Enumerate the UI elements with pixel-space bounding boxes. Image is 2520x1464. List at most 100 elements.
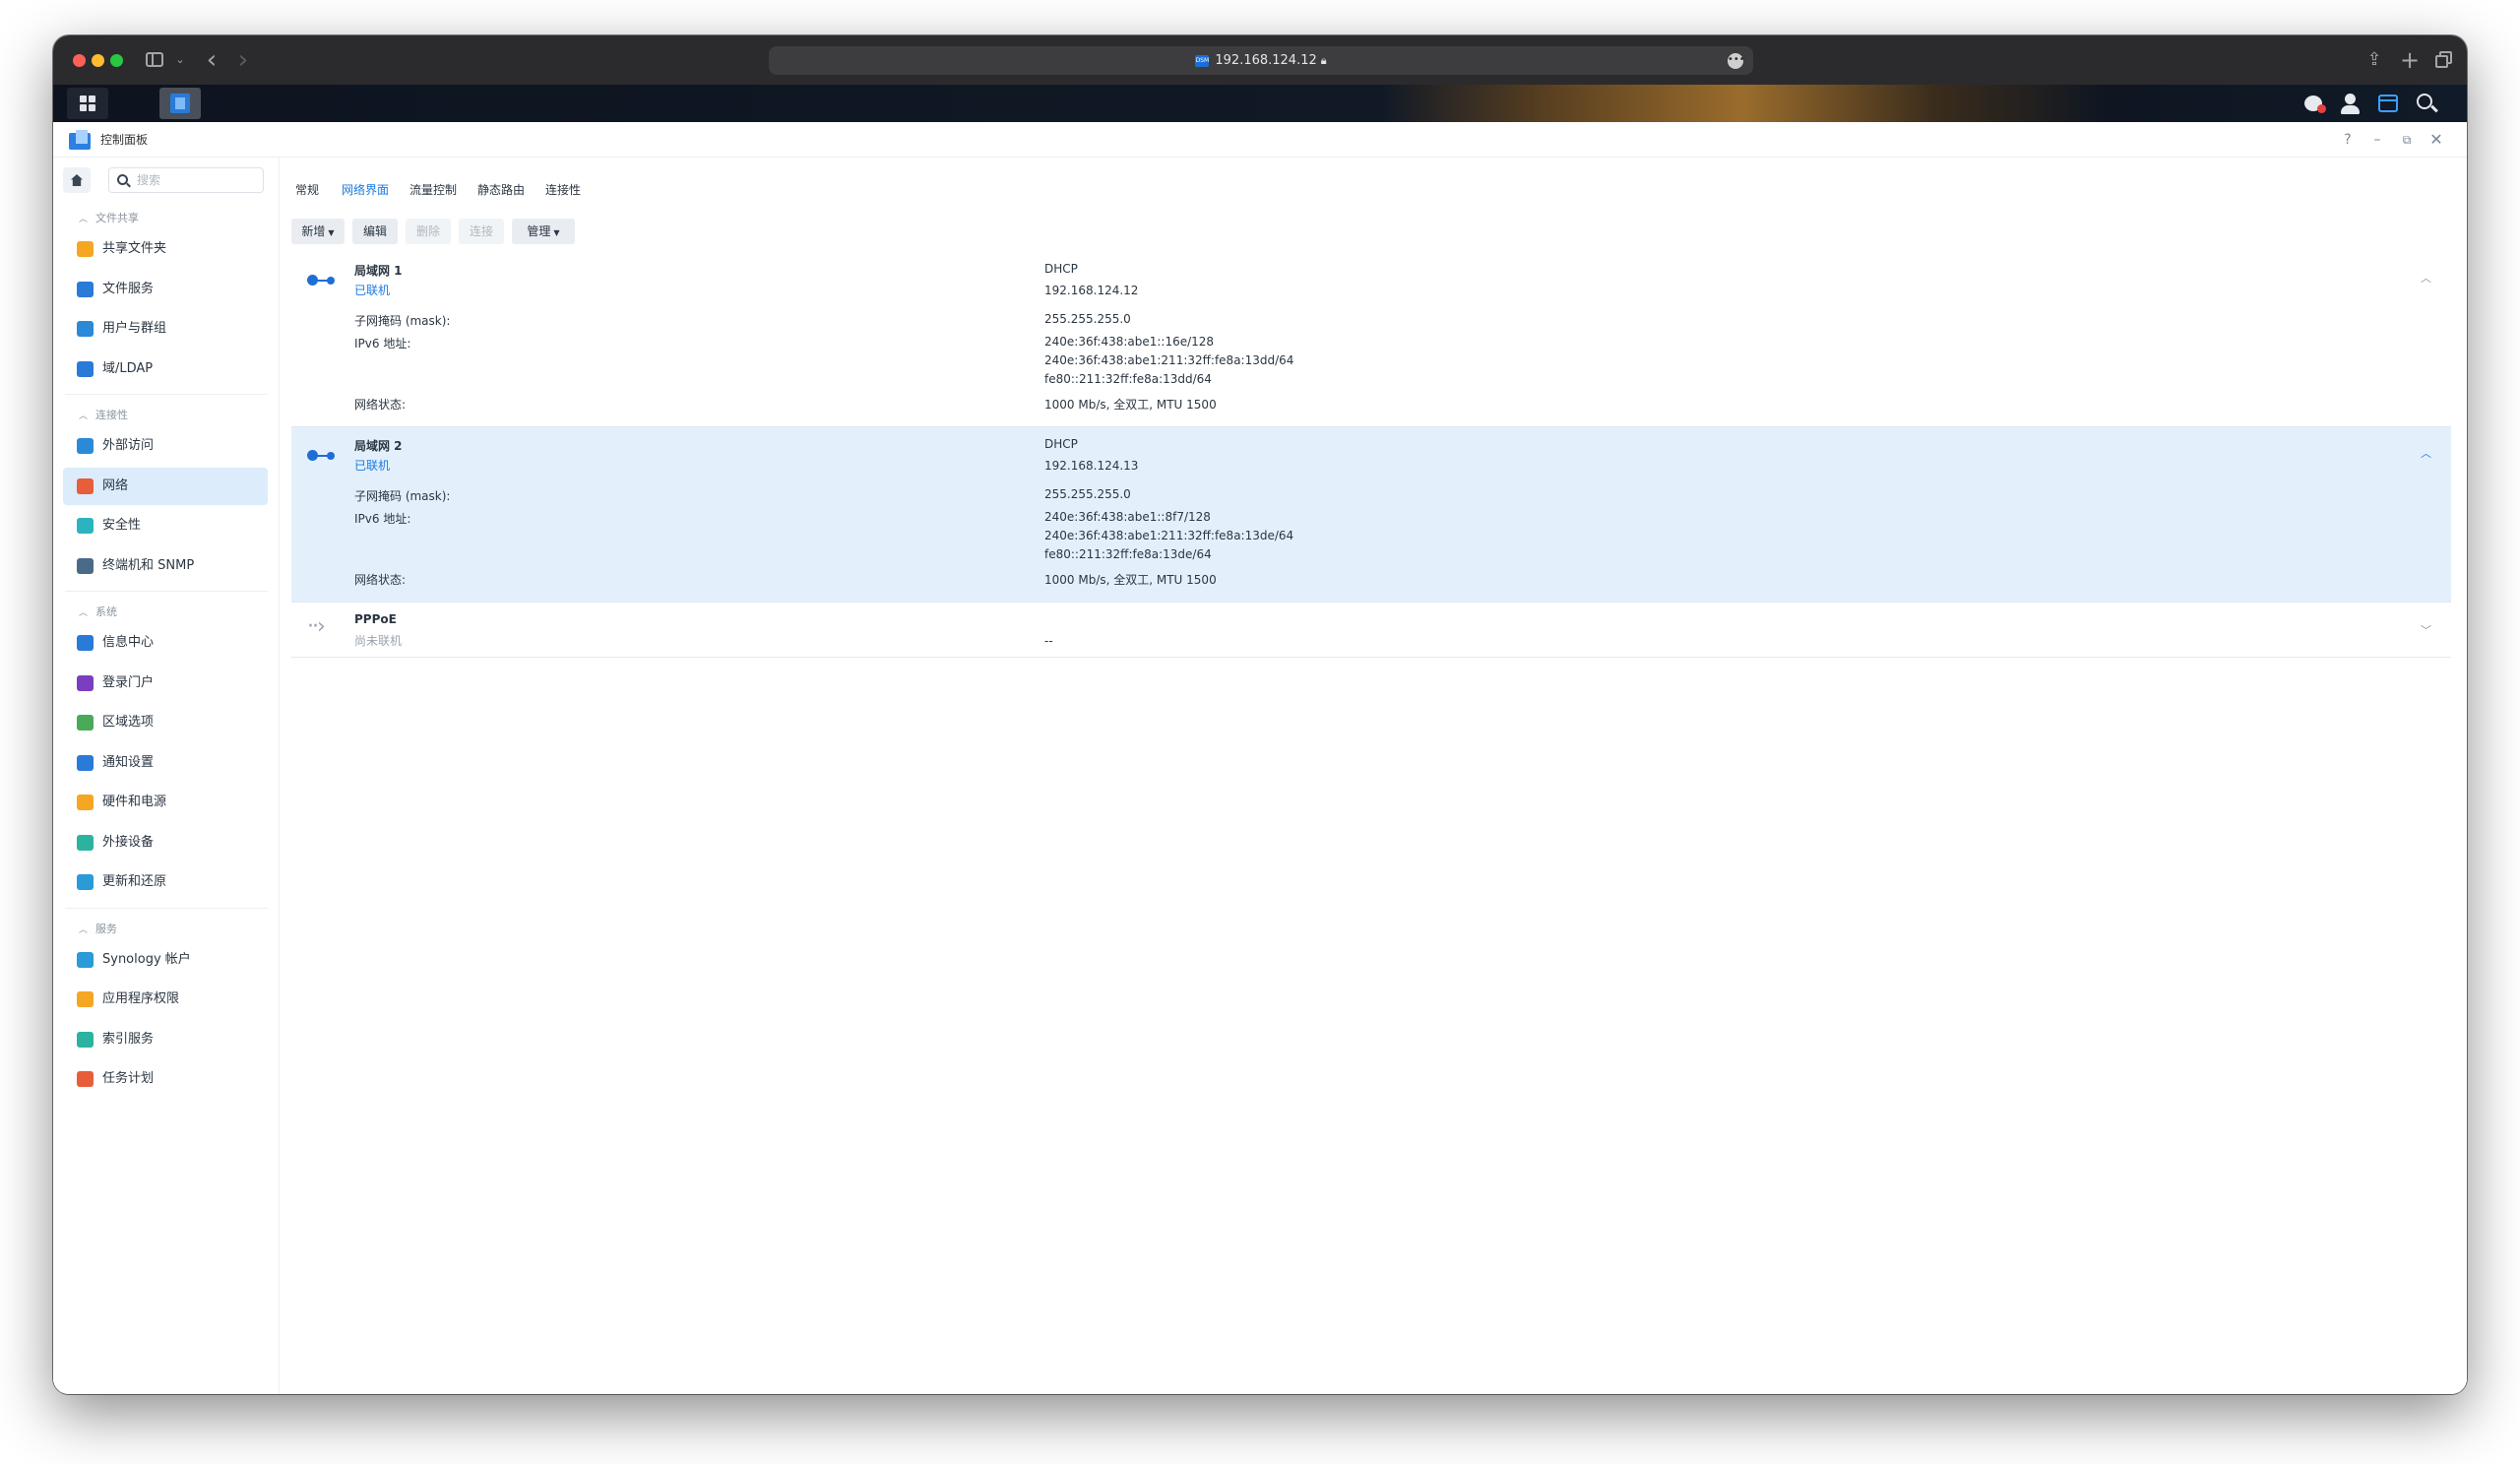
connect-button[interactable]: 连接 xyxy=(459,219,504,244)
widgets-icon[interactable] xyxy=(2370,88,2406,119)
sidebar-item[interactable]: 用户与群组 xyxy=(63,310,268,348)
chat-icon[interactable] xyxy=(2296,88,2331,119)
sidebar-item[interactable]: 硬件和电源 xyxy=(63,784,268,821)
sidebar-item[interactable]: 区域选项 xyxy=(63,704,268,741)
expand-chevron-icon[interactable]: ﹀ xyxy=(2421,622,2431,638)
ipv6-value: 240e:36f:438:abe1::8f7/128 xyxy=(1044,510,1211,524)
minimize-window-button[interactable] xyxy=(92,54,104,67)
calendar-icon xyxy=(77,1071,94,1087)
synology-account-icon xyxy=(77,951,94,968)
home-button[interactable] xyxy=(63,167,91,193)
network-status-value: 1000 Mb/s, 全双工, MTU 1500 xyxy=(1044,573,1217,587)
network-status-value: 1000 Mb/s, 全双工, MTU 1500 xyxy=(1044,398,1217,412)
sidebar-item[interactable]: 域/LDAP xyxy=(63,350,268,388)
close-button[interactable]: ✕ xyxy=(2426,122,2447,158)
chevron-up-icon: ︿ xyxy=(79,608,89,618)
dropdown-caret-icon: ▼ xyxy=(553,228,560,237)
interface-value: -- xyxy=(1044,634,1053,648)
search-field[interactable] xyxy=(108,167,264,193)
sidebar-item[interactable]: 通知设置 xyxy=(63,744,268,782)
create-button[interactable]: 新增 ▼ xyxy=(291,219,345,244)
manage-button-label: 管理 xyxy=(527,224,551,238)
interface-row-pppoe[interactable]: ··› PPPoE 尚未联机 -- ﹀ xyxy=(291,603,2451,658)
close-window-button[interactable] xyxy=(73,54,86,67)
sidebar-item-label: 任务计划 xyxy=(102,1071,155,1086)
minimize-button[interactable]: – xyxy=(2366,122,2388,158)
sidebar-item-label: 信息中心 xyxy=(102,635,155,650)
collapse-chevron-icon[interactable]: ︿ xyxy=(2421,270,2431,286)
folder-icon xyxy=(77,241,94,257)
main-menu-button[interactable] xyxy=(67,88,108,119)
sidebar-item-label: 共享文件夹 xyxy=(102,241,167,256)
interface-row-lan2[interactable]: 局域网 2 已联机 DHCP 192.168.124.13 子网掩码 (mask… xyxy=(291,427,2451,603)
tab-general[interactable]: 常规 xyxy=(295,177,319,203)
sidebar-item[interactable]: 更新和还原 xyxy=(63,863,268,901)
pppoe-disconnected-icon: ··› xyxy=(307,614,326,639)
nav-section-header[interactable]: ︿ 服务 xyxy=(79,922,117,937)
ipv6-label: IPv6 地址: xyxy=(354,337,411,350)
url-text: 192.168.124.12 xyxy=(1215,53,1317,68)
network-house-icon xyxy=(77,477,94,494)
tab-static-route[interactable]: 静态路由 xyxy=(477,177,525,203)
address-bar[interactable]: DSM 192.168.124.12 🔒︎ ••• xyxy=(769,46,1753,75)
sidebar-item[interactable]: 外部访问 xyxy=(63,427,268,465)
more-options-icon[interactable]: ••• xyxy=(1728,53,1745,69)
sidebar-item-label: 终端机和 SNMP xyxy=(102,557,195,573)
sidebar-item[interactable]: 应用程序权限 xyxy=(63,981,268,1018)
ipv6-value: 240e:36f:438:abe1::16e/128 xyxy=(1044,335,1215,349)
collapse-chevron-icon[interactable]: ︿ xyxy=(2421,445,2431,461)
sidebar-item[interactable]: 索引服务 xyxy=(63,1021,268,1058)
sidebar-item[interactable]: 任务计划 xyxy=(63,1060,268,1098)
help-button[interactable]: ? xyxy=(2337,122,2359,158)
control-panel-task-button[interactable] xyxy=(159,88,201,119)
network-status-label: 网络状态: xyxy=(354,573,407,587)
manage-button[interactable]: 管理 ▼ xyxy=(512,219,575,244)
browser-titlebar: ⌄ ‹ › DSM 192.168.124.12 🔒︎ ••• ⇪ + xyxy=(53,35,2467,85)
sidebar-item[interactable]: 外接设备 xyxy=(63,824,268,861)
ipv6-value: 240e:36f:438:abe1:211:32ff:fe8a:13de/64 xyxy=(1044,529,1294,542)
sidebar-toggle-icon[interactable] xyxy=(144,48,165,72)
nav-section-header[interactable]: ︿ 系统 xyxy=(79,605,117,620)
interface-ip: 192.168.124.13 xyxy=(1044,459,1139,473)
delete-button[interactable]: 删除 xyxy=(406,219,451,244)
interface-status: 已联机 xyxy=(354,284,391,297)
sidebar-item[interactable]: 网络 xyxy=(63,467,268,505)
back-arrow-icon[interactable]: ‹ xyxy=(203,47,220,73)
forward-arrow-icon[interactable]: › xyxy=(234,47,252,73)
regional-icon xyxy=(77,715,94,731)
search-input[interactable] xyxy=(137,171,255,189)
nav-section-header[interactable]: ︿ 文件共享 xyxy=(79,211,139,226)
share-icon[interactable]: ⇪ xyxy=(2364,48,2384,72)
interface-name: 局域网 1 xyxy=(354,264,403,278)
tab-traffic-control[interactable]: 流量控制 xyxy=(410,177,457,203)
sidebar-item[interactable]: Synology 帐户 xyxy=(63,941,268,979)
nav-divider xyxy=(65,591,268,592)
interface-row-lan1[interactable]: 局域网 1 已联机 DHCP 192.168.124.12 子网掩码 (mask… xyxy=(291,252,2451,427)
sidebar-item[interactable]: 共享文件夹 xyxy=(63,230,268,268)
nav-section-header[interactable]: ︿ 连接性 xyxy=(79,408,128,423)
shield-icon xyxy=(77,518,94,534)
user-icon[interactable] xyxy=(2333,88,2368,119)
tab-network-interface[interactable]: 网络界面 xyxy=(342,177,389,203)
ipv6-value: fe80::211:32ff:fe8a:13de/64 xyxy=(1044,547,1212,561)
sidebar-item[interactable]: 终端机和 SNMP xyxy=(63,547,268,585)
sidebar-item-label: 外接设备 xyxy=(102,834,155,850)
fullscreen-window-button[interactable] xyxy=(110,54,123,67)
sidebar-item[interactable]: 信息中心 xyxy=(63,624,268,662)
chevron-up-icon: ︿ xyxy=(79,215,89,224)
maximize-button[interactable]: ⧉ xyxy=(2396,122,2418,158)
chevron-down-icon[interactable]: ⌄ xyxy=(173,48,187,72)
sidebar-item[interactable]: 文件服务 xyxy=(63,271,268,308)
connected-icon xyxy=(307,449,337,463)
edit-button[interactable]: 编辑 xyxy=(352,219,398,244)
new-tab-icon[interactable]: + xyxy=(2400,48,2420,72)
update-icon xyxy=(77,874,94,890)
search-icon[interactable] xyxy=(2408,88,2443,119)
sidebar-item[interactable]: 安全性 xyxy=(63,507,268,544)
tab-overview-icon[interactable] xyxy=(2435,48,2455,72)
external-access-icon xyxy=(77,438,94,454)
sidebar-item-label: 应用程序权限 xyxy=(102,991,180,1006)
sidebar-item[interactable]: 登录门户 xyxy=(63,665,268,702)
tab-connectivity[interactable]: 连接性 xyxy=(545,177,581,203)
nav-section-label: 连接性 xyxy=(95,409,129,421)
